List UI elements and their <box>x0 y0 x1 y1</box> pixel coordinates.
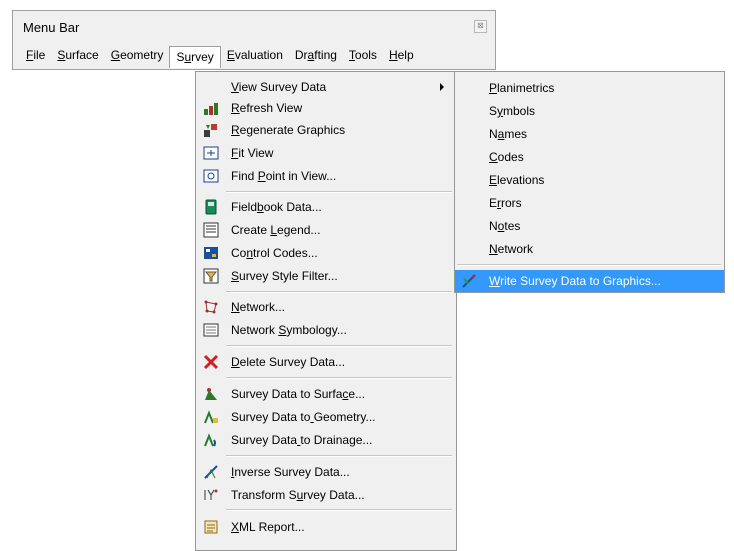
survey-menu-item-label: Regenerate Graphics <box>231 123 346 137</box>
survey-menu-item-network-symbology[interactable]: Network Symbology... <box>196 319 456 341</box>
to-surface-icon <box>203 386 219 402</box>
menu-geometry[interactable]: Geometry <box>105 45 170 65</box>
survey-menu-item-regenerate-graphics[interactable]: Regenerate Graphics <box>196 119 456 141</box>
to-drainage-icon <box>203 432 219 448</box>
survey-menu-item-label: Delete Survey Data... <box>231 355 346 369</box>
menu-separator <box>226 291 452 293</box>
survey-menu-item-xml-report[interactable]: XML Report... <box>196 516 456 538</box>
survey-menu-item-transform-survey-data[interactable]: Transform Survey Data... <box>196 484 456 506</box>
menu-separator <box>226 455 452 457</box>
survey-dropdown: View Survey Data Refresh View Regenerate G… <box>195 71 457 551</box>
menu-survey[interactable]: Survey <box>169 46 221 68</box>
submenu-item-label: Planimetrics <box>489 81 555 95</box>
refresh-view-icon <box>203 100 219 116</box>
submenu-item-symbols[interactable]: Symbols <box>455 100 724 122</box>
submenu-item-names[interactable]: Names <box>455 123 724 145</box>
survey-menu-item-control-codes[interactable]: Control Codes... <box>196 242 456 264</box>
survey-menu-item-label: Survey Data to Drainage... <box>231 433 373 447</box>
survey-menu-item-refresh-view[interactable]: Refresh View <box>196 97 456 119</box>
survey-menu-item-find-point-in-view[interactable]: Find Point in View... <box>196 165 456 187</box>
submenu-item-errors[interactable]: Errors <box>455 192 724 214</box>
submenu-item-network[interactable]: Network <box>455 238 724 260</box>
menu-help[interactable]: Help <box>383 45 420 65</box>
menu-separator <box>457 264 721 266</box>
to-geometry-icon <box>203 409 219 425</box>
submenu-item-codes[interactable]: Codes <box>455 146 724 168</box>
menu-row: File Surface Geometry Survey Evaluation Draft… <box>20 45 420 68</box>
survey-menu-item-fit-view[interactable]: Fit View <box>196 142 456 164</box>
survey-menu-item-create-legend[interactable]: Create Legend... <box>196 219 456 241</box>
survey-menu-item-label: XML Report... <box>231 520 305 534</box>
submenu-item-write-survey-data-to-graphics[interactable]: Write Survey Data to Graphics... <box>455 270 724 292</box>
menu-tools[interactable]: Tools <box>343 45 383 65</box>
survey-menu-item-network[interactable]: Network... <box>196 296 456 318</box>
survey-menu-item-delete-survey-data[interactable]: Delete Survey Data... <box>196 351 456 373</box>
submenu-item-label: Write Survey Data to Graphics... <box>489 274 661 288</box>
menu-separator <box>226 191 452 193</box>
survey-menu-item-survey-data-to-surface[interactable]: Survey Data to Surface... <box>196 383 456 405</box>
survey-menu-item-label: Refresh View <box>231 101 303 115</box>
inverse-icon <box>203 464 219 480</box>
survey-menu-item-label: Create Legend... <box>231 223 321 237</box>
submenu-item-label: Elevations <box>489 173 545 187</box>
survey-menu-item-survey-data-to-geometry[interactable]: Survey Data to Geometry... <box>196 406 456 428</box>
survey-menu-item-label: Fit View <box>231 146 274 160</box>
submenu-item-label: Errors <box>489 196 522 210</box>
survey-menu-item-label: Fieldbook Data... <box>231 200 322 214</box>
submenu-item-label: Notes <box>489 219 521 233</box>
delete-icon <box>203 354 219 370</box>
submenu-item-label: Symbols <box>489 104 536 118</box>
xml-report-icon <box>203 519 219 535</box>
submenu-item-planimetrics[interactable]: Planimetrics <box>455 77 724 99</box>
view-survey-data-submenu: Planimetrics Symbols Names Codes Elevations E… <box>454 71 725 293</box>
menu-file[interactable]: File <box>20 45 51 65</box>
menu-separator <box>226 509 452 511</box>
submenu-item-label: Names <box>489 127 528 141</box>
submenu-item-label: Codes <box>489 150 524 164</box>
survey-menu-item-view-survey-data[interactable]: View Survey Data <box>196 76 456 98</box>
survey-menu-item-label: Survey Style Filter... <box>231 269 338 283</box>
legend-icon <box>203 222 219 238</box>
submenu-item-elevations[interactable]: Elevations <box>455 169 724 191</box>
transform-icon <box>203 487 219 503</box>
menu-drafting[interactable]: Drafting <box>289 45 343 65</box>
survey-menu-item-label: View Survey Data <box>231 80 327 94</box>
survey-menu-item-label: Control Codes... <box>231 246 318 260</box>
submenu-item-label: Network <box>489 242 534 256</box>
menu-evaluation[interactable]: Evaluation <box>221 45 289 65</box>
survey-menu-item-label: Survey Data to Surface... <box>231 387 366 401</box>
survey-menu-item-inverse-survey-data[interactable]: Inverse Survey Data... <box>196 461 456 483</box>
survey-menu-item-label: Network Symbology... <box>231 323 347 337</box>
submenu-arrow-icon <box>440 83 444 91</box>
write-graphics-icon <box>461 273 477 289</box>
survey-menu-item-label: Network... <box>231 300 286 314</box>
menu-surface[interactable]: Surface <box>51 45 104 65</box>
close-icon[interactable]: ⊠ <box>474 20 487 33</box>
survey-menu-item-fieldbook-data[interactable]: Fieldbook Data... <box>196 196 456 218</box>
survey-menu-item-label: Inverse Survey Data... <box>231 465 350 479</box>
survey-menu-item-survey-data-to-drainage[interactable]: Survey Data to Drainage... <box>196 429 456 451</box>
menu-separator <box>226 345 452 347</box>
survey-menu-item-label: Transform Survey Data... <box>231 488 365 502</box>
network-symbology-icon <box>203 322 219 338</box>
survey-menu-item-survey-style-filter[interactable]: Survey Style Filter... <box>196 265 456 287</box>
menu-bar-window: Menu Bar ⊠ File Surface Geometry Survey Eval… <box>12 10 496 70</box>
menu-bar-title: Menu Bar <box>23 20 80 35</box>
fieldbook-icon <box>203 199 219 215</box>
style-filter-icon <box>203 268 219 284</box>
survey-menu-item-label: Find Point in View... <box>231 169 337 183</box>
find-point-icon <box>203 168 219 184</box>
fit-view-icon <box>203 145 219 161</box>
submenu-item-notes[interactable]: Notes <box>455 215 724 237</box>
survey-menu-item-label: Survey Data to Geometry... <box>231 410 376 424</box>
control-codes-icon <box>203 245 219 261</box>
menu-separator <box>226 377 452 379</box>
regenerate-graphics-icon <box>203 122 219 138</box>
network-icon <box>203 299 219 315</box>
